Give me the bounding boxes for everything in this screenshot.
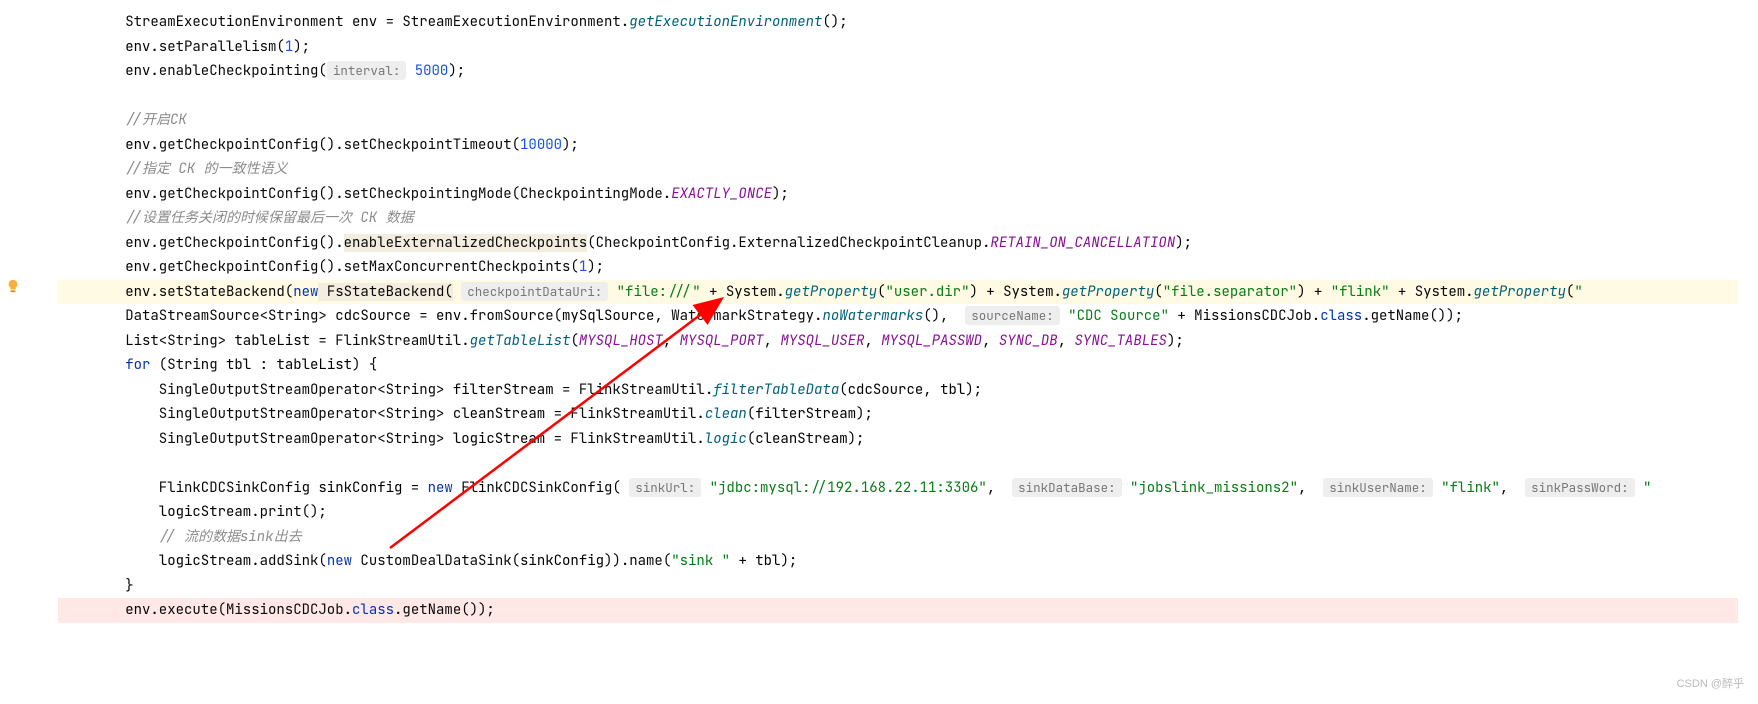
code-line[interactable]: env.setParallelism(1);: [58, 35, 1738, 60]
code-line[interactable]: //指定 CK 的一致性语义: [58, 157, 1738, 182]
code-line[interactable]: [58, 84, 1738, 109]
code-line[interactable]: env.getCheckpointConfig().setCheckpointi…: [58, 182, 1738, 207]
param-hint: sinkUrl:: [629, 478, 701, 497]
code-line[interactable]: DataStreamSource<String> cdcSource = env…: [58, 304, 1738, 329]
intention-bulb-icon[interactable]: [6, 279, 20, 293]
code-line-highlighted[interactable]: env.setStateBackend(new FsStateBackend( …: [58, 280, 1738, 305]
code-line[interactable]: SingleOutputStreamOperator<String> filte…: [58, 378, 1738, 403]
code-line[interactable]: SingleOutputStreamOperator<String> logic…: [58, 427, 1738, 452]
code-line[interactable]: env.getCheckpointConfig().setCheckpointT…: [58, 133, 1738, 158]
code-line[interactable]: //开启CK: [58, 108, 1738, 133]
code-editor[interactable]: StreamExecutionEnvironment env = StreamE…: [0, 0, 1758, 623]
code-line[interactable]: StreamExecutionEnvironment env = StreamE…: [58, 10, 1738, 35]
code-line[interactable]: [58, 451, 1738, 476]
param-hint: checkpointDataUri:: [461, 282, 608, 301]
code-line[interactable]: env.getCheckpointConfig().enableExternal…: [58, 231, 1738, 256]
param-hint: sourceName:: [965, 306, 1060, 325]
param-hint: sinkPassWord:: [1525, 478, 1635, 497]
code-line[interactable]: List<String> tableList = FlinkStreamUtil…: [58, 329, 1738, 354]
code-line[interactable]: env.getCheckpointConfig().setMaxConcurre…: [58, 255, 1738, 280]
deprecated-method: enableExternalizedCheckpoints: [344, 234, 588, 252]
code-line[interactable]: //设置任务关闭的时候保留最后一次 CK 数据: [58, 206, 1738, 231]
code-line[interactable]: SingleOutputStreamOperator<String> clean…: [58, 402, 1738, 427]
code-line[interactable]: }: [58, 574, 1738, 599]
param-hint: sinkUserName:: [1323, 478, 1433, 497]
code-line[interactable]: FlinkCDCSinkConfig sinkConfig = new Flin…: [58, 476, 1738, 501]
code-line-error[interactable]: env.execute(MissionsCDCJob.class.getName…: [58, 598, 1738, 623]
param-hint: interval:: [327, 61, 407, 80]
watermark-text: CSDN @醉乎: [1677, 672, 1744, 697]
code-line[interactable]: // 流的数据sink出去: [58, 525, 1738, 550]
code-line[interactable]: logicStream.print();: [58, 500, 1738, 525]
code-line[interactable]: logicStream.addSink(new CustomDealDataSi…: [58, 549, 1738, 574]
param-hint: sinkDataBase:: [1012, 478, 1122, 497]
editor-gutter: [0, 0, 30, 623]
code-line[interactable]: env.enableCheckpointing(interval: 5000);: [58, 59, 1738, 84]
code-line[interactable]: for (String tbl : tableList) {: [58, 353, 1738, 378]
